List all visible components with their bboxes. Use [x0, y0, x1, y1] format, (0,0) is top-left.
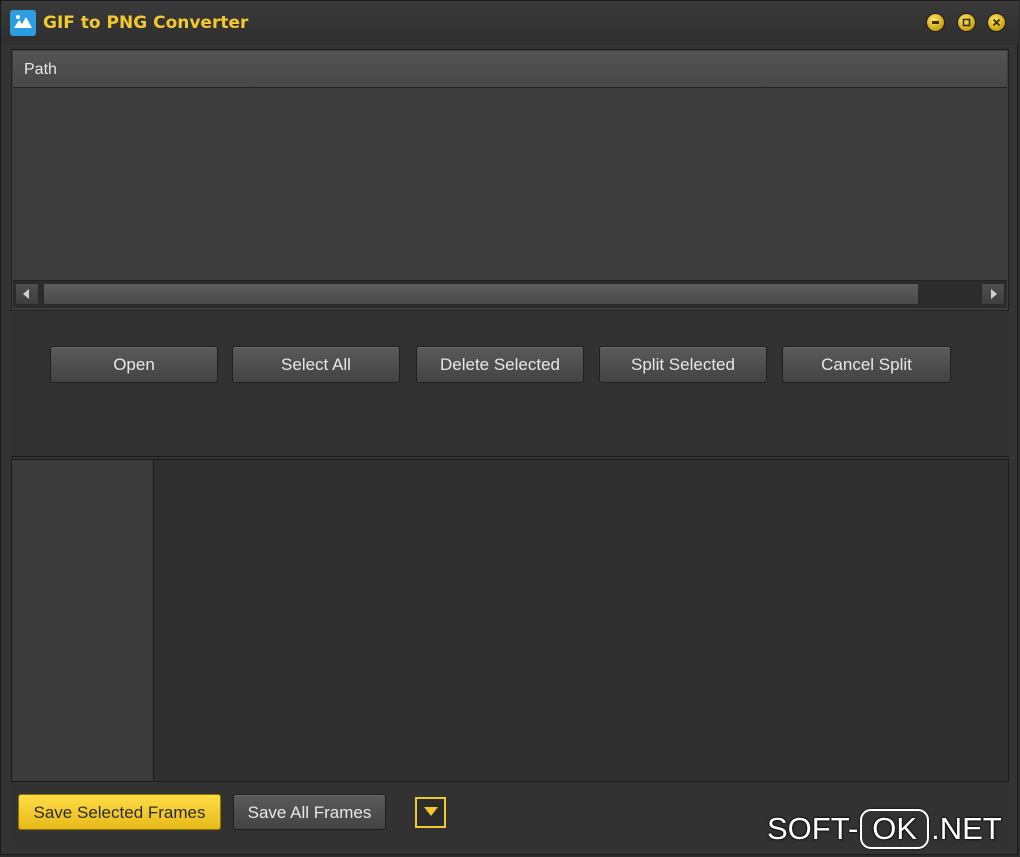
frame-preview	[154, 460, 1008, 781]
action-toolbar: Open Select All Delete Selected Split Se…	[11, 313, 1009, 457]
app-logo-icon	[10, 10, 36, 36]
delete-selected-button[interactable]: Delete Selected	[416, 346, 584, 383]
scroll-left-arrow-icon	[23, 289, 29, 299]
watermark-suffix: .NET	[931, 811, 1002, 846]
cancel-split-button[interactable]: Cancel Split	[782, 346, 951, 383]
select-all-button[interactable]: Select All	[232, 346, 400, 383]
save-options-dropdown-button[interactable]	[415, 797, 446, 828]
minimize-button[interactable]	[927, 14, 944, 31]
maximize-button[interactable]	[958, 14, 975, 31]
split-selected-button[interactable]: Split Selected	[599, 346, 767, 383]
watermark: SOFT- OK .NET	[767, 809, 1002, 855]
open-button[interactable]: Open	[50, 346, 218, 383]
maximize-icon	[962, 18, 971, 27]
watermark-prefix: SOFT-	[767, 811, 859, 846]
app-window: GIF to PNG Converter Path Open Select Al…	[0, 0, 1019, 855]
scroll-right-button[interactable]	[981, 283, 1005, 305]
path-column-header[interactable]: Path	[13, 51, 1007, 88]
minimize-icon	[932, 21, 939, 24]
frames-preview-area	[11, 459, 1009, 782]
horizontal-scrollbar[interactable]	[13, 280, 1007, 308]
save-selected-frames-button[interactable]: Save Selected Frames	[18, 794, 221, 830]
close-button[interactable]	[988, 14, 1005, 31]
window-title: GIF to PNG Converter	[43, 13, 249, 33]
watermark-ok: OK	[860, 809, 930, 849]
scroll-right-arrow-icon	[991, 289, 997, 299]
save-all-frames-button[interactable]: Save All Frames	[233, 794, 386, 830]
scroll-left-button[interactable]	[15, 283, 39, 305]
file-list[interactable]: Path	[11, 49, 1009, 311]
dropdown-arrow-icon	[424, 807, 438, 816]
title-bar[interactable]: GIF to PNG Converter	[1, 1, 1019, 45]
scroll-thumb[interactable]	[43, 283, 919, 305]
close-icon	[992, 18, 1001, 27]
frames-list[interactable]	[12, 460, 154, 781]
path-column-label: Path	[24, 61, 57, 78]
